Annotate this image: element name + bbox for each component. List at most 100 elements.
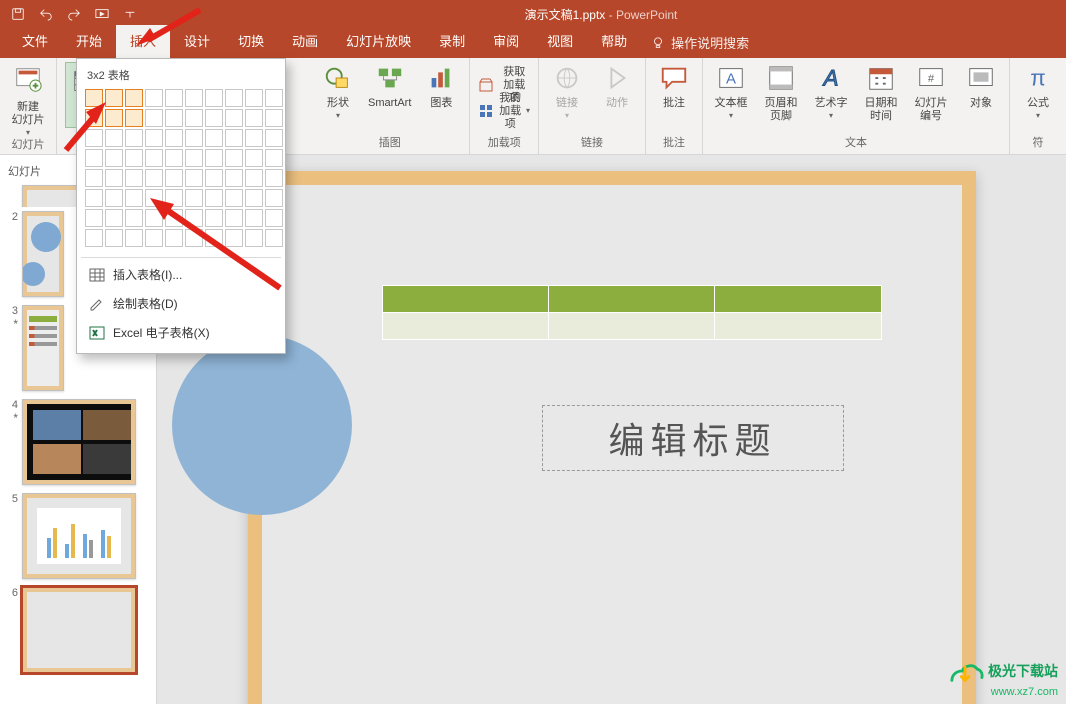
slide-thumbnail[interactable] (22, 211, 64, 297)
grid-cell[interactable] (105, 209, 123, 227)
grid-cell[interactable] (185, 229, 203, 247)
grid-cell[interactable] (145, 149, 163, 167)
slide-thumbnail[interactable] (22, 305, 64, 391)
title-placeholder[interactable]: 编辑标题 (542, 405, 844, 471)
grid-cell[interactable] (165, 129, 183, 147)
grid-cell[interactable] (265, 129, 283, 147)
grid-cell[interactable] (185, 189, 203, 207)
tab-slideshow[interactable]: 幻灯片放映 (332, 25, 425, 58)
tab-animations[interactable]: 动画 (278, 25, 332, 58)
start-from-beginning-icon[interactable] (90, 2, 114, 26)
redo-icon[interactable] (62, 2, 86, 26)
grid-cell[interactable] (125, 89, 143, 107)
grid-cell[interactable] (165, 149, 183, 167)
grid-cell[interactable] (185, 129, 203, 147)
new-slide-button[interactable]: 新建 幻灯片 ▾ (8, 62, 48, 137)
grid-cell[interactable] (205, 189, 223, 207)
slide-number-button[interactable]: # 幻灯片 编号 (911, 62, 951, 123)
grid-cell[interactable] (225, 89, 243, 107)
grid-cell[interactable] (225, 109, 243, 127)
grid-cell[interactable] (85, 109, 103, 127)
my-addins-button[interactable]: 我的加载项 ▾ (478, 100, 530, 122)
comment-button[interactable]: 批注 (654, 62, 694, 110)
chart-button[interactable]: 图表 (421, 62, 461, 110)
grid-cell[interactable] (205, 89, 223, 107)
grid-cell[interactable] (245, 229, 263, 247)
date-time-button[interactable]: 日期和时间 (861, 62, 901, 123)
grid-cell[interactable] (165, 89, 183, 107)
grid-cell[interactable] (205, 109, 223, 127)
tab-insert[interactable]: 插入 (116, 25, 170, 58)
grid-cell[interactable] (125, 189, 143, 207)
grid-cell[interactable] (165, 209, 183, 227)
grid-cell[interactable] (125, 229, 143, 247)
grid-cell[interactable] (145, 89, 163, 107)
insert-table-menuitem[interactable]: 插入表格(I)... (83, 260, 279, 289)
grid-cell[interactable] (265, 89, 283, 107)
slide[interactable]: 编辑标题 (248, 171, 976, 704)
undo-icon[interactable] (34, 2, 58, 26)
grid-cell[interactable] (205, 209, 223, 227)
grid-cell[interactable] (245, 109, 263, 127)
grid-cell[interactable] (205, 169, 223, 187)
wordart-button[interactable]: A 艺术字▾ (811, 62, 851, 120)
grid-cell[interactable] (145, 209, 163, 227)
shapes-button[interactable]: 形状▾ (318, 62, 358, 120)
grid-cell[interactable] (265, 229, 283, 247)
draw-table-menuitem[interactable]: 绘制表格(D) (83, 289, 279, 318)
grid-cell[interactable] (145, 169, 163, 187)
tab-help[interactable]: 帮助 (587, 25, 641, 58)
grid-cell[interactable] (185, 209, 203, 227)
grid-cell[interactable] (225, 209, 243, 227)
grid-cell[interactable] (205, 149, 223, 167)
tab-file[interactable]: 文件 (8, 25, 62, 58)
grid-cell[interactable] (145, 109, 163, 127)
grid-cell[interactable] (105, 149, 123, 167)
table-size-grid[interactable] (83, 85, 279, 255)
grid-cell[interactable] (85, 189, 103, 207)
grid-cell[interactable] (225, 129, 243, 147)
tab-view[interactable]: 视图 (533, 25, 587, 58)
tab-transitions[interactable]: 切换 (224, 25, 278, 58)
smartart-button[interactable]: SmartArt (368, 62, 411, 110)
grid-cell[interactable] (105, 189, 123, 207)
grid-cell[interactable] (165, 189, 183, 207)
customize-qat-icon[interactable] (118, 2, 142, 26)
grid-cell[interactable] (245, 129, 263, 147)
grid-cell[interactable] (85, 89, 103, 107)
grid-cell[interactable] (185, 109, 203, 127)
grid-cell[interactable] (225, 189, 243, 207)
grid-cell[interactable] (225, 149, 243, 167)
grid-cell[interactable] (245, 209, 263, 227)
excel-spreadsheet-menuitem[interactable]: Excel 电子表格(X) (83, 318, 279, 347)
equation-button[interactable]: π 公式▾ (1018, 62, 1058, 120)
grid-cell[interactable] (245, 89, 263, 107)
grid-cell[interactable] (125, 129, 143, 147)
grid-cell[interactable] (125, 109, 143, 127)
grid-cell[interactable] (225, 169, 243, 187)
slide-thumbnail[interactable] (22, 493, 136, 579)
grid-cell[interactable] (245, 189, 263, 207)
object-button[interactable]: 对象 (961, 62, 1001, 110)
link-button[interactable]: 链接▾ (547, 62, 587, 120)
grid-cell[interactable] (265, 209, 283, 227)
grid-cell[interactable] (105, 229, 123, 247)
grid-cell[interactable] (145, 229, 163, 247)
header-footer-button[interactable]: 页眉和页脚 (761, 62, 801, 123)
grid-cell[interactable] (265, 109, 283, 127)
grid-cell[interactable] (185, 169, 203, 187)
grid-cell[interactable] (165, 169, 183, 187)
grid-cell[interactable] (265, 149, 283, 167)
grid-cell[interactable] (185, 149, 203, 167)
grid-cell[interactable] (85, 149, 103, 167)
grid-cell[interactable] (165, 109, 183, 127)
grid-cell[interactable] (145, 129, 163, 147)
grid-cell[interactable] (85, 169, 103, 187)
grid-cell[interactable] (225, 229, 243, 247)
tab-review[interactable]: 审阅 (479, 25, 533, 58)
action-button[interactable]: 动作 (597, 62, 637, 110)
grid-cell[interactable] (125, 169, 143, 187)
grid-cell[interactable] (105, 109, 123, 127)
tell-me-search[interactable]: 操作说明搜索 (641, 27, 759, 58)
slide-thumbnail[interactable] (22, 587, 136, 673)
